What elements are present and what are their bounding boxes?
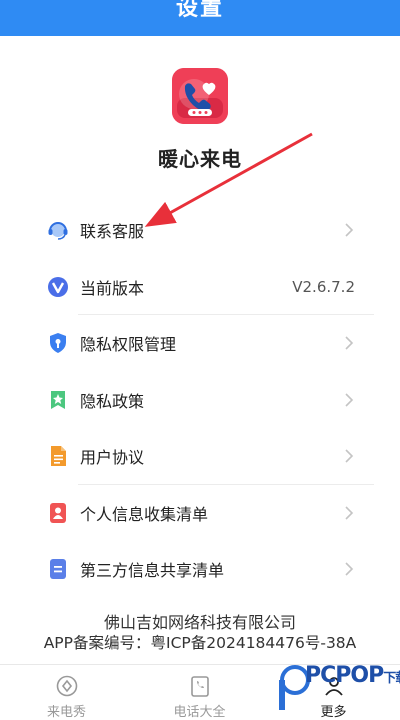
- chevron-right-icon: [344, 392, 354, 408]
- menu-item-label: 隐私政策: [80, 391, 145, 411]
- app-name: 暖心来电: [158, 147, 242, 171]
- menu-item-customer-service[interactable]: 联系客服: [0, 202, 400, 259]
- chevron-right-icon: [344, 335, 354, 351]
- privacy-shield-icon: [47, 332, 69, 354]
- version-value: V2.6.7.2: [292, 277, 355, 296]
- settings-menu: 联系客服 当前版本 V2.6.7.2 隐私权限管理 隐私政策 用户协议 个人信息…: [0, 202, 400, 598]
- menu-item-label: 联系客服: [80, 222, 145, 242]
- tab-label: 来电秀: [46, 705, 86, 720]
- tab-phonebook[interactable]: 电话大全: [133, 665, 266, 720]
- phonebook-icon: [188, 674, 212, 698]
- page-title: 设置: [175, 0, 224, 21]
- version-v-icon: [47, 276, 69, 298]
- chevron-right-icon: [344, 505, 354, 521]
- menu-item-label: 当前版本: [80, 278, 145, 298]
- menu-item-personal-info-list[interactable]: 个人信息收集清单: [0, 485, 400, 542]
- bookmark-star-icon: [47, 389, 69, 411]
- document-icon: [47, 445, 69, 467]
- header-bar: 设置: [0, 0, 400, 36]
- menu-item-version[interactable]: 当前版本 V2.6.7.2: [0, 259, 400, 315]
- menu-item-label: 用户协议: [80, 448, 145, 468]
- chevron-right-icon: [344, 448, 354, 464]
- list-document-icon: [47, 558, 69, 580]
- watermark: PCPOP下载: [275, 660, 400, 720]
- watermark-text: PCPOP下载: [305, 663, 400, 688]
- menu-item-label: 个人信息收集清单: [80, 504, 209, 524]
- menu-item-user-agreement[interactable]: 用户协议: [0, 428, 400, 485]
- menu-item-label: 隐私权限管理: [80, 335, 177, 355]
- target-icon: [55, 674, 79, 698]
- menu-item-privacy-permissions[interactable]: 隐私权限管理: [0, 315, 400, 372]
- tab-label: 电话大全: [173, 705, 226, 720]
- person-card-icon: [47, 502, 69, 524]
- icp-record: APP备案编号：粤ICP备2024184476号-38A: [43, 634, 357, 652]
- app-logo: [172, 68, 228, 124]
- headset-icon: [47, 219, 69, 241]
- menu-item-label: 第三方信息共享清单: [80, 561, 225, 581]
- menu-item-privacy-policy[interactable]: 隐私政策: [0, 372, 400, 429]
- tab-caller-show[interactable]: 来电秀: [0, 665, 133, 720]
- menu-item-third-party-sharing-list[interactable]: 第三方信息共享清单: [0, 541, 400, 598]
- chevron-right-icon: [344, 561, 354, 577]
- company-name: 佛山吉如网络科技有限公司: [103, 613, 296, 632]
- chevron-right-icon: [344, 222, 354, 238]
